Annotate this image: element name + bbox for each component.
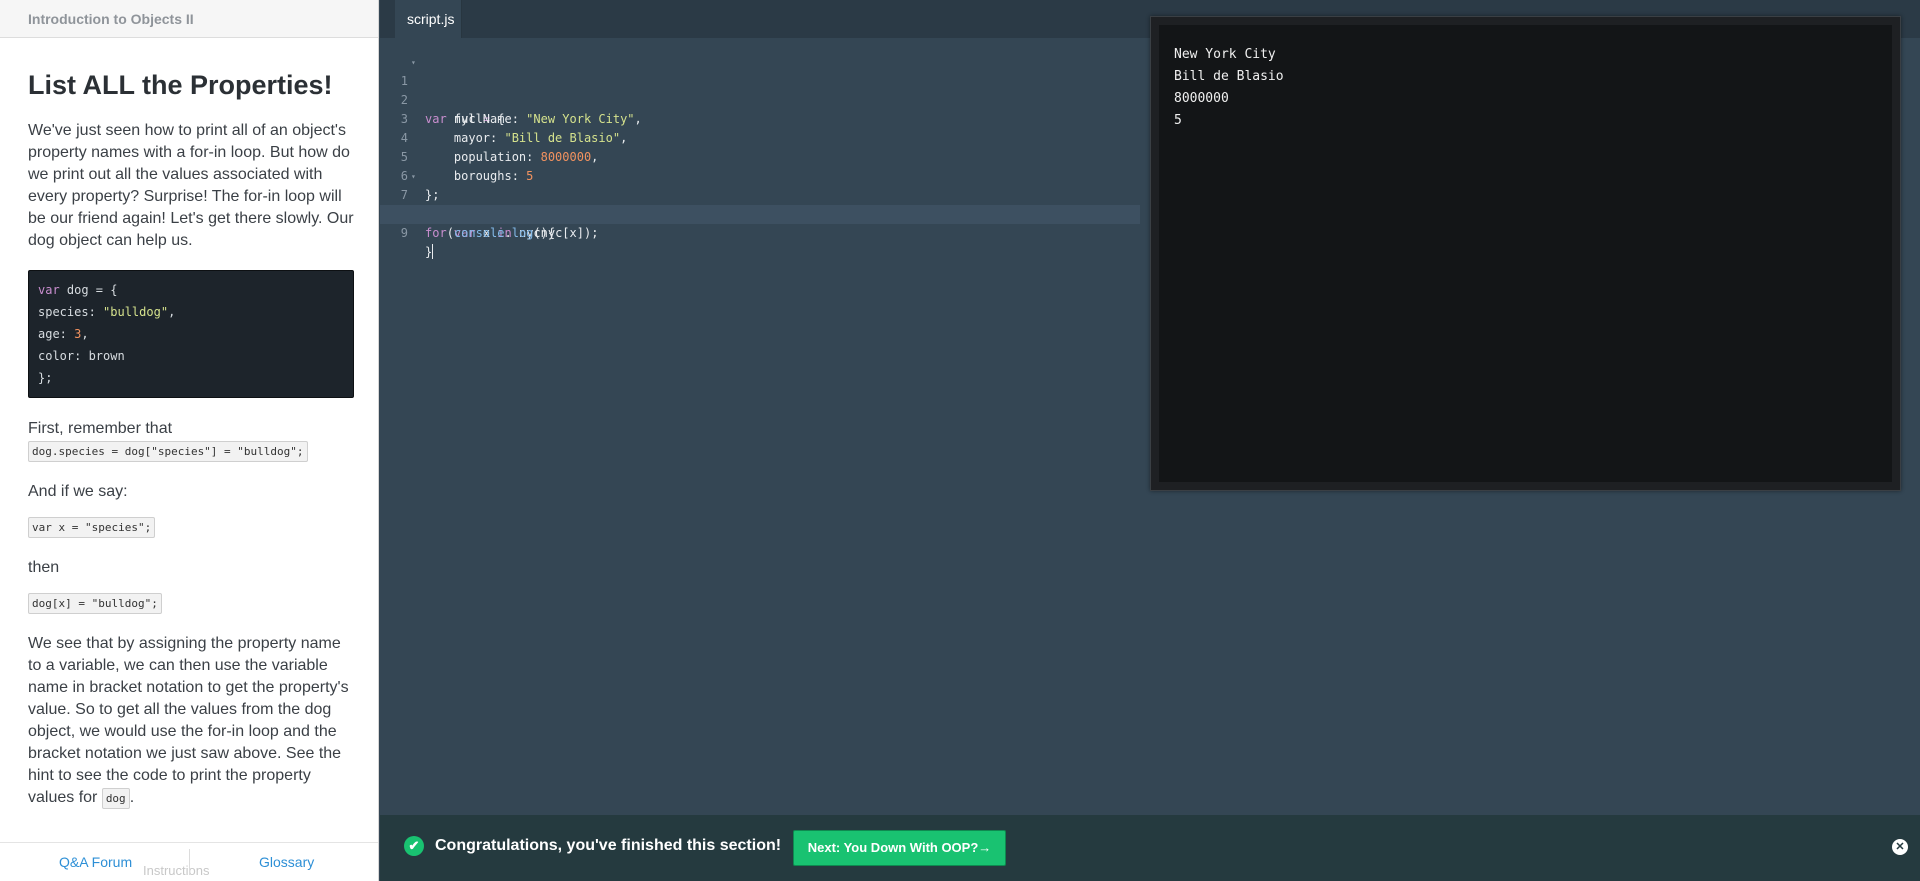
remember-text: First, remember that <box>28 420 173 437</box>
glossary-link[interactable]: Glossary <box>259 854 314 870</box>
remember-code: dog.species = dog["species"] = "bulldog"… <box>28 441 308 462</box>
file-tab-script-js[interactable]: script.js <box>395 0 462 38</box>
code-text: , <box>81 327 89 341</box>
instructions-tab[interactable]: Instructions <box>143 863 209 878</box>
code-line: }; <box>38 371 53 385</box>
lesson-content: List ALL the Properties! We've just seen… <box>28 68 354 819</box>
console-line: 5 <box>1174 113 1182 128</box>
code-line: color: brown <box>38 349 125 363</box>
dog-x-code: dog[x] = "bulldog"; <box>28 593 162 614</box>
text-cursor <box>432 244 434 259</box>
congrats-message: Congratulations, you've finished this se… <box>435 837 782 854</box>
code-line: var dog = { <box>38 279 344 301</box>
line-number: 9 <box>400 226 408 240</box>
code-line-8[interactable]: 8 console.log(nyc[x]); <box>380 186 1140 240</box>
code-area[interactable]: 1 ▾ var nyc = { 2 fullName: "New York Ci… <box>380 53 1140 259</box>
code-text: , <box>168 305 176 319</box>
footer-divider <box>189 849 190 875</box>
code-text: dog = { <box>59 283 118 297</box>
code-text: age: <box>38 327 75 341</box>
console-line: 8000000 <box>1174 91 1229 106</box>
course-header: Introduction to Objects II <box>0 0 378 38</box>
dog-example-code: var dog = { species: "bulldog", age: 3, … <box>28 270 354 398</box>
fold-arrow-icon[interactable]: ▾ <box>411 53 416 72</box>
code-line-2[interactable]: 2 fullName: "New York City", <box>380 72 1140 126</box>
var-x-code: var x = "species"; <box>28 517 156 538</box>
code-line-6[interactable]: 6 }; <box>380 148 1140 202</box>
code-string: "bulldog" <box>103 305 169 319</box>
lesson-intro: We've just seen how to print all of an o… <box>28 122 354 249</box>
console-screen: New York City Bill de Blasio 8000000 5 <box>1159 25 1892 482</box>
explanation-text: We see that by assigning the property na… <box>28 635 349 806</box>
code-line-4[interactable]: 4 population: 8000000, <box>380 110 1140 164</box>
code-line-1[interactable]: 1 ▾ var nyc = { <box>380 53 1140 126</box>
console-line: New York City <box>1174 47 1276 62</box>
code-line: age: 3, <box>38 323 344 345</box>
then-text: then <box>28 559 60 576</box>
code-line-5[interactable]: 5 boroughs: 5 <box>380 129 1140 183</box>
code-keyword: var <box>38 283 60 297</box>
next-lesson-button[interactable]: Next: You Down With OOP?→ <box>793 830 1006 866</box>
instructions-panel: Introduction to Objects II List ALL the … <box>0 0 379 881</box>
lesson-title: List ALL the Properties! <box>28 70 333 100</box>
console-output: New York City Bill de Blasio 8000000 5 <box>1174 44 1284 132</box>
code-line-9[interactable]: 9 } <box>380 205 1140 259</box>
fold-arrow-icon[interactable]: ▾ <box>411 167 416 186</box>
code-line: species: "bulldog", <box>38 301 344 323</box>
code-text: species: <box>38 305 104 319</box>
code-line-3[interactable]: 3 mayor: "Bill de Blasio", <box>380 91 1140 145</box>
panel-footer: Instructions Q&A Forum Glossary <box>0 842 378 881</box>
check-circle-icon: ✔ <box>404 836 424 856</box>
dog-inline-code: dog <box>101 788 130 809</box>
code-line-7[interactable]: 7 ▾ for(var x in nyc){ <box>380 167 1140 240</box>
code-console: console <box>453 226 505 240</box>
code-text: . <box>504 226 512 240</box>
console-line: Bill de Blasio <box>1174 69 1284 84</box>
close-icon[interactable]: ✕ <box>1892 839 1908 855</box>
file-tab-label: script.js <box>407 11 455 27</box>
lesson-explanation: We see that by assigning the property na… <box>28 633 354 809</box>
qa-forum-link[interactable]: Q&A Forum <box>59 854 132 870</box>
and-if-text: And if we say: <box>28 483 128 500</box>
code-text: (nyc[x]); <box>533 226 599 240</box>
output-console: New York City Bill de Blasio 8000000 5 <box>1150 16 1901 491</box>
congrats-bar: ✔ Congratulations, you've finished this … <box>380 815 1920 881</box>
code-text: } <box>425 245 433 259</box>
explanation-end: . <box>129 789 135 806</box>
code-function: log <box>511 226 534 240</box>
course-title: Introduction to Objects II <box>28 11 194 27</box>
